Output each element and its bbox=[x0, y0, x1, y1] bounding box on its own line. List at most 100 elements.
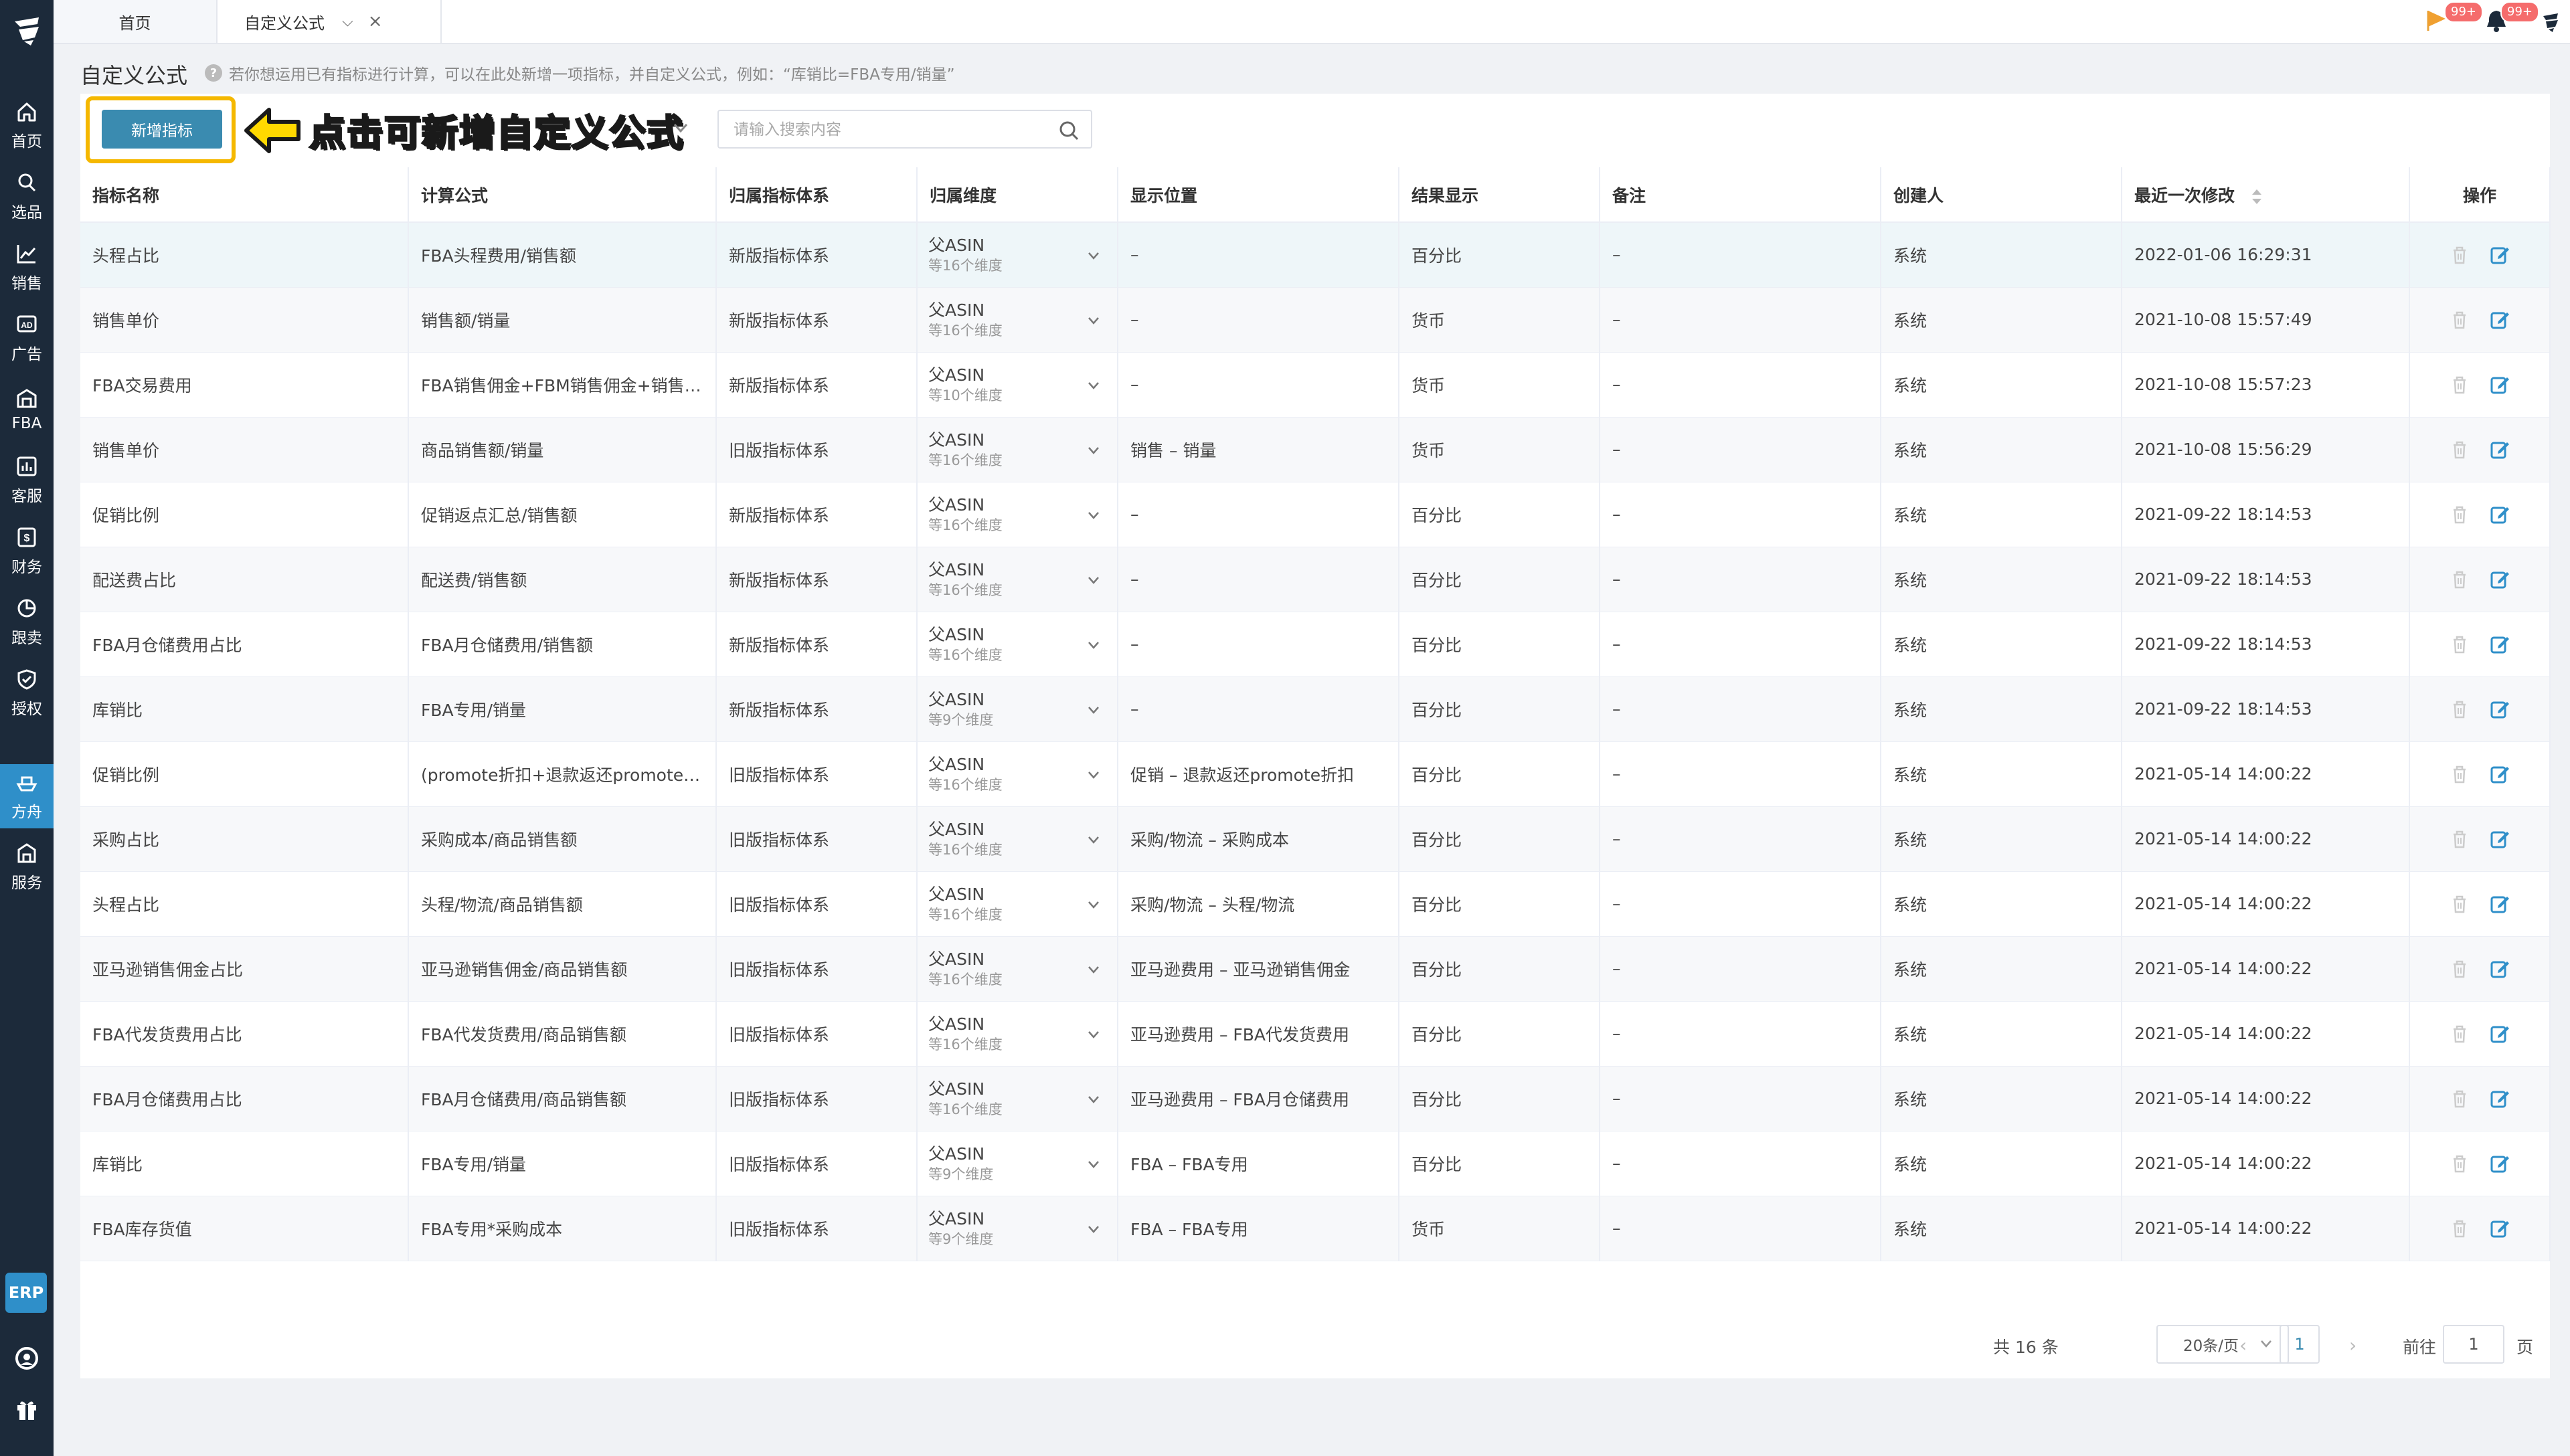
page-size-select[interactable]: 20条/页 bbox=[2156, 1325, 2289, 1364]
chevron-down-icon[interactable]: ⌵ bbox=[342, 13, 353, 30]
dimension-cell[interactable]: 父ASIN 等16个维度 bbox=[917, 612, 1118, 677]
dimension-cell[interactable]: 父ASIN 等16个维度 bbox=[917, 806, 1118, 872]
dimension-cell[interactable]: 父ASIN 等16个维度 bbox=[917, 547, 1118, 612]
sidebar-item-1[interactable]: 选品 bbox=[0, 165, 54, 229]
close-icon[interactable]: × bbox=[368, 11, 383, 31]
chevron-down-icon[interactable] bbox=[1085, 247, 1102, 264]
erp-button[interactable]: ERP bbox=[5, 1273, 47, 1313]
edit-icon[interactable] bbox=[2489, 763, 2510, 785]
edit-icon[interactable] bbox=[2489, 504, 2510, 525]
table-row[interactable]: 销售单价 销售额/销量 新版指标体系 父ASIN 等16个维度 – 货币 – 系统 2021-10… bbox=[80, 287, 2551, 353]
table-row[interactable]: 销售单价 商品销售额/销量 旧版指标体系 父ASIN 等16个维度 销售 – 销量 货币 – 系… bbox=[80, 417, 2551, 482]
delete-icon[interactable] bbox=[2449, 634, 2470, 655]
delete-icon[interactable] bbox=[2449, 504, 2470, 525]
dimension-cell[interactable]: 父ASIN 等10个维度 bbox=[917, 352, 1118, 418]
chevron-down-icon[interactable] bbox=[1085, 766, 1102, 784]
dimension-cell[interactable]: 父ASIN 等16个维度 bbox=[917, 936, 1118, 1002]
sidebar-item-4[interactable]: FBA bbox=[0, 377, 54, 442]
chevron-down-icon[interactable] bbox=[1085, 1026, 1102, 1043]
chevron-down-icon[interactable] bbox=[1085, 1091, 1102, 1108]
delete-icon[interactable] bbox=[2449, 699, 2470, 720]
sidebar-item-6[interactable]: $ 财务 bbox=[0, 519, 54, 583]
edit-icon[interactable] bbox=[2489, 1023, 2510, 1044]
avatar-icon[interactable] bbox=[2537, 8, 2563, 35]
table-row[interactable]: FBA代发货费用占比 FBA代发货费用/商品销售额 旧版指标体系 父ASIN 等16个维… bbox=[80, 1001, 2551, 1067]
edit-icon[interactable] bbox=[2489, 958, 2510, 980]
table-row[interactable]: 促销比例 促销返点汇总/销售额 新版指标体系 父ASIN 等16个维度 – 百分比 – 系统 20… bbox=[80, 482, 2551, 547]
table-row[interactable]: 促销比例 (promote折扣+退款返还promote折扣) 旧版指标体系 父ASIN… bbox=[80, 741, 2551, 807]
delete-icon[interactable] bbox=[2449, 1153, 2470, 1174]
delete-icon[interactable] bbox=[2449, 763, 2470, 785]
delete-icon[interactable] bbox=[2449, 1218, 2470, 1239]
edit-icon[interactable] bbox=[2489, 699, 2510, 720]
search-icon[interactable] bbox=[1057, 119, 1080, 142]
sidebar-item-3[interactable]: AD 广告 bbox=[0, 306, 54, 371]
chevron-down-icon[interactable] bbox=[1085, 701, 1102, 719]
edit-icon[interactable] bbox=[2489, 634, 2510, 655]
edit-icon[interactable] bbox=[2489, 1218, 2510, 1239]
sidebar-item-10[interactable]: 服务 bbox=[0, 835, 54, 899]
tab-custom-formula[interactable]: 自定义公式 ⌵ × bbox=[218, 0, 442, 43]
table-row[interactable]: 采购占比 采购成本/商品销售额 旧版指标体系 父ASIN 等16个维度 采购/物流 – 采… bbox=[80, 806, 2551, 872]
delete-icon[interactable] bbox=[2449, 309, 2470, 331]
chevron-down-icon[interactable] bbox=[1085, 571, 1102, 589]
dimension-cell[interactable]: 父ASIN 等16个维度 bbox=[917, 1001, 1118, 1067]
delete-icon[interactable] bbox=[2449, 828, 2470, 850]
dimension-cell[interactable]: 父ASIN 等9个维度 bbox=[917, 1131, 1118, 1196]
chevron-down-icon[interactable] bbox=[1085, 961, 1102, 978]
add-metric-button[interactable]: 新增指标 bbox=[102, 110, 222, 149]
dimension-cell[interactable]: 父ASIN 等16个维度 bbox=[917, 287, 1118, 353]
dimension-cell[interactable]: 父ASIN 等16个维度 bbox=[917, 871, 1118, 937]
table-row[interactable]: 库销比 FBA专用/销量 旧版指标体系 父ASIN 等9个维度 FBA – FBA专用 百分… bbox=[80, 1131, 2551, 1196]
edit-icon[interactable] bbox=[2489, 244, 2510, 266]
sidebar-item-9[interactable]: 方舟 bbox=[0, 764, 54, 828]
delete-icon[interactable] bbox=[2449, 893, 2470, 915]
col-header-modified[interactable]: 最近一次修改 bbox=[2122, 167, 2410, 223]
delete-icon[interactable] bbox=[2449, 958, 2470, 980]
dimension-cell[interactable]: 父ASIN 等16个维度 bbox=[917, 222, 1118, 288]
chevron-down-icon[interactable] bbox=[1085, 312, 1102, 329]
table-row[interactable]: FBA月仓储费用占比 FBA月仓储费用/商品销售额 旧版指标体系 父ASIN 等16个维… bbox=[80, 1066, 2551, 1131]
delete-icon[interactable] bbox=[2449, 439, 2470, 460]
edit-icon[interactable] bbox=[2489, 374, 2510, 395]
chevron-down-icon[interactable] bbox=[1085, 1220, 1102, 1238]
sort-icon[interactable] bbox=[2250, 187, 2263, 206]
delete-icon[interactable] bbox=[2449, 374, 2470, 395]
goto-page-input[interactable]: 1 bbox=[2443, 1325, 2504, 1364]
prev-page-button[interactable]: ‹ bbox=[2239, 1334, 2247, 1356]
edit-icon[interactable] bbox=[2489, 828, 2510, 850]
gift-icon[interactable] bbox=[13, 1396, 40, 1423]
dimension-cell[interactable]: 父ASIN 等9个维度 bbox=[917, 676, 1118, 742]
chevron-down-icon[interactable] bbox=[1085, 442, 1102, 459]
table-row[interactable]: 亚马逊销售佣金占比 亚马逊销售佣金/商品销售额 旧版指标体系 父ASIN 等16个维度亚… bbox=[80, 936, 2551, 1002]
delete-icon[interactable] bbox=[2449, 244, 2470, 266]
next-page-button[interactable]: › bbox=[2349, 1334, 2357, 1356]
sidebar-item-5[interactable]: 客服 bbox=[0, 448, 54, 513]
delete-icon[interactable] bbox=[2449, 1023, 2470, 1044]
edit-icon[interactable] bbox=[2489, 1088, 2510, 1109]
delete-icon[interactable] bbox=[2449, 569, 2470, 590]
chevron-down-icon[interactable] bbox=[669, 116, 692, 139]
search-input[interactable] bbox=[732, 111, 1049, 149]
page-number[interactable]: 1 bbox=[2280, 1325, 2320, 1364]
table-row[interactable]: 头程占比 FBA头程费用/销售额 新版指标体系 父ASIN 等16个维度 – 百分比 – 系统 2… bbox=[80, 222, 2551, 288]
dimension-cell[interactable]: 父ASIN 等16个维度 bbox=[917, 741, 1118, 807]
table-row[interactable]: 配送费占比 配送费/销售额 新版指标体系 父ASIN 等16个维度 – 百分比 – 系统 2021… bbox=[80, 547, 2551, 612]
sidebar-item-2[interactable]: 销售 bbox=[0, 236, 54, 300]
chevron-down-icon[interactable] bbox=[1085, 831, 1102, 848]
logo-icon[interactable] bbox=[0, 7, 54, 54]
dimension-cell[interactable]: 父ASIN 等16个维度 bbox=[917, 1066, 1118, 1131]
edit-icon[interactable] bbox=[2489, 569, 2510, 590]
edit-icon[interactable] bbox=[2489, 893, 2510, 915]
sidebar-item-0[interactable]: 首页 bbox=[0, 94, 54, 158]
chevron-down-icon[interactable] bbox=[1085, 377, 1102, 394]
chevron-down-icon[interactable] bbox=[1085, 896, 1102, 913]
table-row[interactable]: FBA月仓储费用占比 FBA月仓储费用/销售额 新版指标体系 父ASIN 等16个维度 –… bbox=[80, 612, 2551, 677]
table-row[interactable]: 库销比 FBA专用/销量 新版指标体系 父ASIN 等9个维度 – 百分比 – 系统 2021-0… bbox=[80, 676, 2551, 742]
delete-icon[interactable] bbox=[2449, 1088, 2470, 1109]
sidebar-item-7[interactable]: 跟卖 bbox=[0, 590, 54, 654]
sidebar-item-8[interactable]: 授权 bbox=[0, 661, 54, 725]
table-row[interactable]: FBA库存货值 FBA专用*采购成本 旧版指标体系 父ASIN 等9个维度 FBA – F… bbox=[80, 1196, 2551, 1261]
dimension-cell[interactable]: 父ASIN 等16个维度 bbox=[917, 417, 1118, 482]
chevron-down-icon[interactable] bbox=[1085, 636, 1102, 654]
